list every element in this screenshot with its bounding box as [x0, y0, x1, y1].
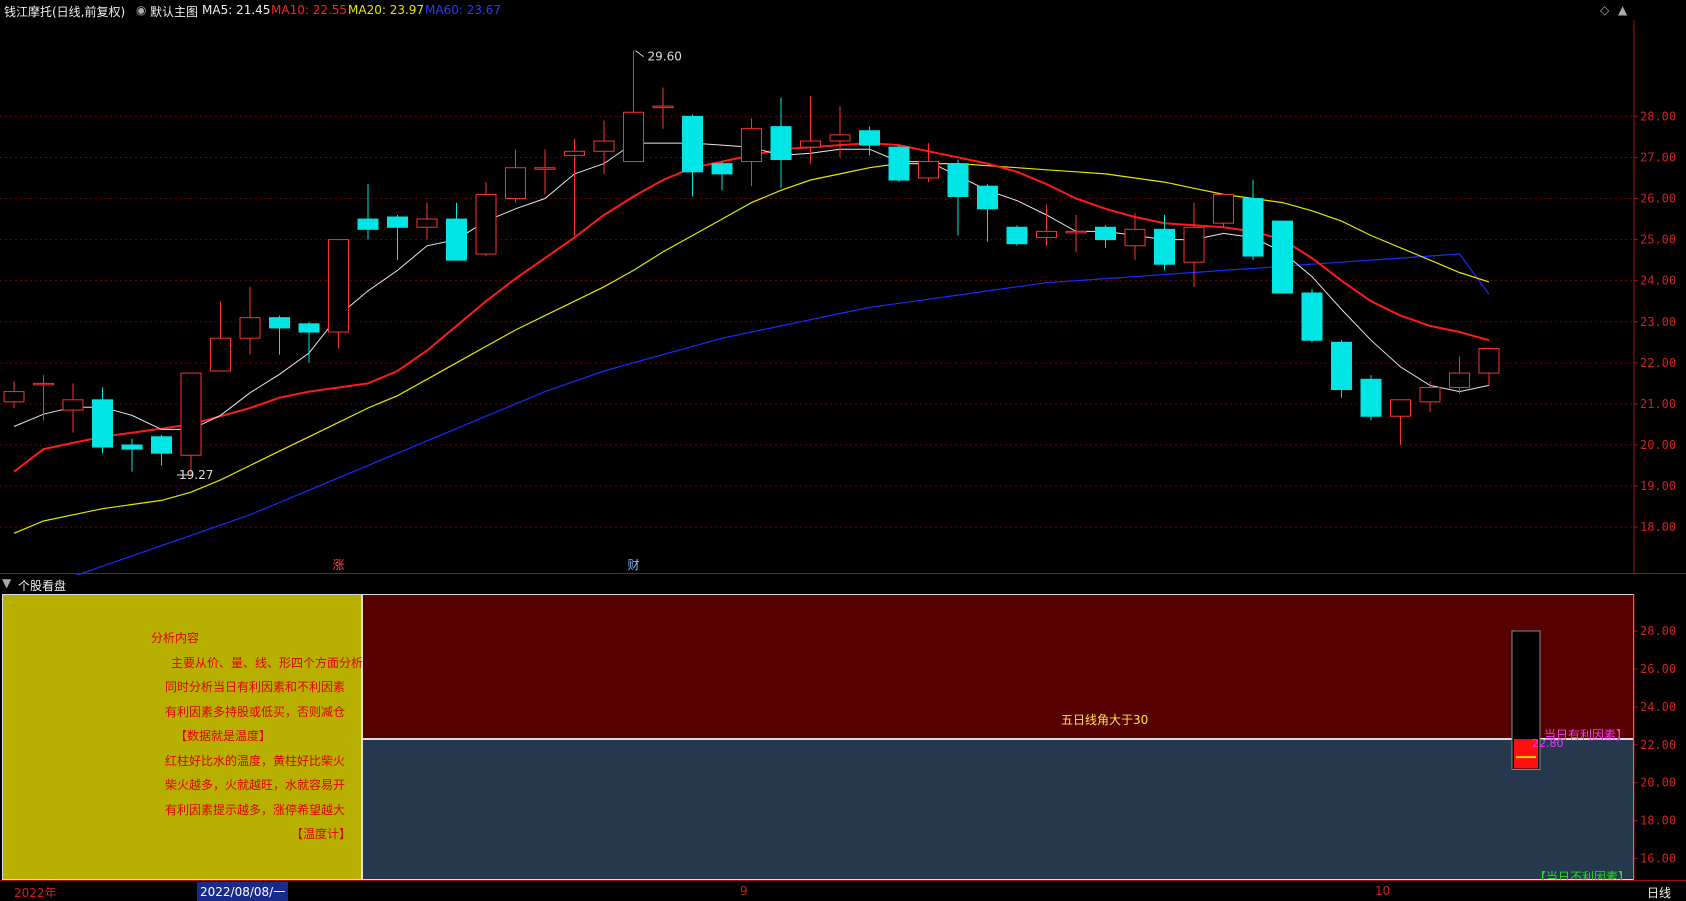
candle-body-up [416, 218, 438, 228]
candle-body-down [151, 436, 172, 454]
panel2-tick-label: 26.00 [1640, 662, 1676, 676]
candle-body-up [62, 399, 84, 411]
y-tick-label: 21.00 [1640, 397, 1676, 411]
candle-body-up [652, 105, 674, 109]
candle-body-down [357, 218, 379, 230]
candle-body-down [92, 399, 113, 448]
ma20-series-line [13, 163, 1490, 534]
thermometer-chart: 28.0026.0024.0022.0020.0018.0016.0022.80 [1511, 594, 1676, 880]
y-tick-label: 20.00 [1640, 438, 1676, 452]
time-axis: 2022年 2022/08/08/一 9 10 日线 [0, 880, 1686, 901]
candle-body-down [1006, 226, 1028, 245]
candle-body-down [387, 216, 408, 228]
high-pointer [635, 50, 644, 58]
low-price-label: 19.27 [179, 468, 213, 482]
candle-body-up [3, 391, 25, 403]
candle-body-down [269, 317, 290, 329]
stock-title[interactable]: 钱江摩托(日线,前复权) [4, 3, 125, 20]
candle-body-up [800, 140, 821, 148]
diamond-icon[interactable]: ◇ [1600, 3, 1609, 17]
y-tick-label: 27.00 [1640, 150, 1676, 164]
candle-body-down [888, 146, 910, 181]
y-tick-label: 18.00 [1640, 520, 1676, 534]
candle-body-down [1095, 226, 1116, 241]
candle-body-up [1390, 399, 1411, 417]
y-tick-label: 25.00 [1640, 233, 1676, 247]
candle-body-down [298, 323, 320, 333]
y-tick-label: 24.00 [1640, 274, 1676, 288]
candle-body-down [770, 126, 792, 160]
candle-body-down [977, 185, 998, 210]
candle-body-up [741, 128, 762, 163]
chevron-down-icon[interactable]: ▼ [2, 576, 11, 590]
candle-body-up [1065, 230, 1087, 234]
candle-body-down [1301, 292, 1323, 341]
ma10-label: MA10: 22.55 [271, 3, 348, 17]
chart-header: 钱江摩托(日线,前复权) ◉ 默认主图 MA5: 21.45 MA10: 22.… [0, 0, 1686, 20]
candle-body-up [564, 150, 585, 156]
candle-body-up [1036, 230, 1057, 239]
panel2-tick-label: 18.00 [1640, 814, 1676, 828]
candle-body-up [1478, 347, 1500, 374]
candle-body-up [1449, 372, 1470, 388]
ma60-label: MA60: 23.67 [425, 3, 502, 17]
candle-body-down [859, 130, 880, 146]
candle-body-up [210, 337, 231, 372]
candle-body-down [1242, 198, 1264, 257]
candle-body-down [947, 163, 969, 197]
candle-body-up [1183, 226, 1205, 263]
candle-body-down [711, 163, 733, 175]
candle-body-up [1124, 228, 1146, 247]
favorable-label: 当日有利因素】 [1544, 728, 1629, 742]
high-price-label: 29.60 [648, 50, 682, 64]
candle-body-down [682, 115, 703, 173]
candle-body-up [180, 372, 202, 456]
candle-body-up [623, 111, 644, 163]
candle-body-down [446, 218, 467, 261]
candle-body-down [1154, 228, 1175, 265]
y-tick-label: 22.00 [1640, 356, 1676, 370]
candle-body-up [328, 239, 349, 333]
month-9-label: 9 [740, 884, 748, 898]
y-tick-label: 28.00 [1640, 109, 1676, 123]
candle-body-down [1331, 341, 1352, 391]
candle-body-up [593, 140, 615, 152]
candle-body-up [1419, 386, 1441, 403]
panel2-tick-label: 24.00 [1640, 700, 1676, 714]
panel2-tick-label: 20.00 [1640, 776, 1676, 790]
candle-body-up [239, 317, 261, 339]
template-label[interactable]: 默认主图 [150, 3, 198, 20]
candle-body-down [1272, 220, 1293, 294]
y-tick-label: 19.00 [1640, 479, 1676, 493]
candle-body-up [1213, 193, 1234, 224]
y-tick-label: 23.00 [1640, 315, 1676, 329]
candle-body-up [33, 382, 54, 386]
month-10-label: 10 [1375, 884, 1391, 898]
cursor-date: 2022/08/08/一 [197, 882, 289, 901]
candle-body-down [121, 444, 143, 450]
event-marker: 涨 [333, 557, 345, 572]
y-tick-label: 26.00 [1640, 192, 1676, 206]
candle-body-up [505, 167, 526, 200]
candle-body-up [829, 134, 851, 142]
year-label: 2022年 [14, 886, 57, 900]
panel2-tick-label: 22.00 [1640, 738, 1676, 752]
candle-body-up [918, 161, 939, 179]
panel2-tick-label: 28.00 [1640, 624, 1676, 638]
candle-body-up [475, 193, 497, 255]
event-marker: 财 [628, 558, 640, 572]
panel2-title[interactable]: 个股看盘 [18, 577, 66, 594]
ma20-label: MA20: 23.97 [348, 3, 425, 17]
period-label[interactable]: 日线 [1647, 884, 1671, 901]
scroll-up-icon[interactable]: ▲ [1618, 3, 1627, 17]
panel2-header: ▼ 个股看盘 [0, 573, 1686, 594]
candlestick-chart[interactable]: 28.00 27.00 26.00 25.00 24.00 23.00 22.00 21.00… [0, 0, 1686, 575]
ma10-series-line [13, 142, 1490, 473]
candle-body-up [534, 167, 556, 170]
candle-body-down [1360, 378, 1382, 417]
panel2-tick-label: 16.00 [1640, 852, 1676, 866]
ma5-label: MA5: 21.45 [202, 3, 271, 17]
collapse-icon[interactable]: ◉ [136, 3, 146, 17]
